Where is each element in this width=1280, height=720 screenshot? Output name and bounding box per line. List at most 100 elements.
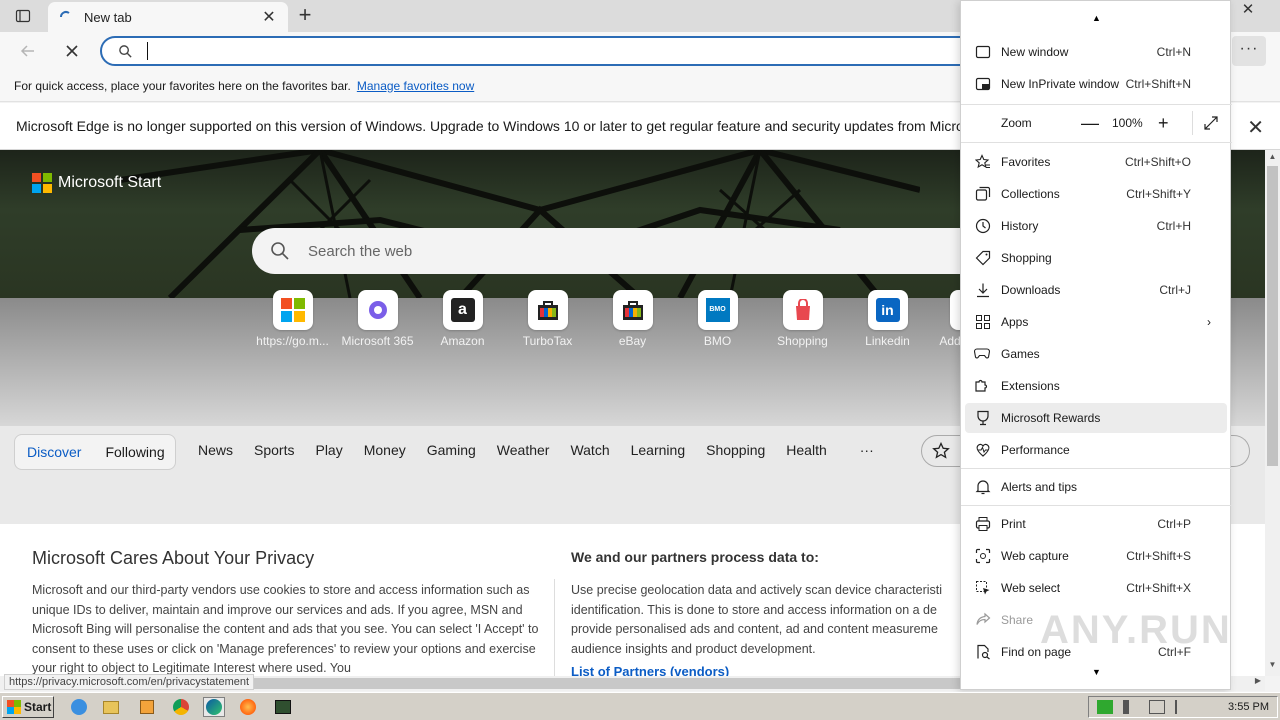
extensions-icon: [975, 379, 988, 392]
quick-link-tile[interactable]: BMO BMO: [675, 290, 760, 354]
menu-item-apps[interactable]: Apps ›: [965, 307, 1227, 337]
category-news[interactable]: News: [198, 442, 233, 458]
shopping-tag-icon: [975, 250, 991, 266]
shopping-icon: [782, 290, 823, 330]
explorer-quicklaunch[interactable]: [100, 697, 122, 717]
quick-link-tile[interactable]: eBay: [590, 290, 675, 354]
partners-link[interactable]: List of Partners (vendors): [571, 664, 729, 676]
infobar-message: Microsoft Edge is no longer supported on…: [16, 118, 1000, 134]
chrome-icon: [173, 699, 189, 715]
privacy-right-line: provide personalised ads and content, ad…: [571, 622, 938, 636]
menu-scroll-down-icon[interactable]: ▼: [961, 667, 1232, 677]
category-money[interactable]: Money: [364, 442, 406, 458]
find-icon: [977, 644, 990, 660]
address-input[interactable]: [147, 42, 847, 60]
window-close-button[interactable]: ✕: [1230, 0, 1266, 18]
menu-item-microsoft-rewards[interactable]: Microsoft Rewards: [965, 403, 1227, 433]
quick-link-tile[interactable]: a Amazon: [420, 290, 505, 354]
volume-icon[interactable]: [1123, 700, 1139, 714]
start-button[interactable]: Start: [2, 696, 54, 718]
menu-item-new-window[interactable]: New window Ctrl+N: [965, 37, 1227, 67]
menu-item-favorites[interactable]: Favorites Ctrl+Shift+O: [965, 147, 1227, 177]
firefox-quicklaunch[interactable]: [237, 697, 259, 717]
zoom-out-button[interactable]: —: [1081, 113, 1099, 134]
category-learning[interactable]: Learning: [631, 442, 686, 458]
star-icon: [932, 442, 950, 459]
category-watch[interactable]: Watch: [570, 442, 609, 458]
edge-taskbar-button[interactable]: [203, 697, 225, 717]
zoom-label: Zoom: [1001, 116, 1032, 130]
app-quicklaunch[interactable]: [272, 697, 294, 717]
quick-link-tile[interactable]: Microsoft 365: [335, 290, 420, 354]
menu-item-label: Downloads: [1001, 283, 1061, 297]
menu-item-performance[interactable]: Performance: [965, 435, 1227, 465]
privacy-right-line: audience insights and product developmen…: [571, 641, 816, 656]
scroll-up-arrow-icon[interactable]: ▲: [1265, 152, 1280, 166]
web-search-box[interactable]: Search the web: [252, 228, 992, 274]
menu-item-new-inprivate-window[interactable]: New InPrivate window Ctrl+Shift+N: [965, 69, 1227, 99]
folder-icon: [103, 700, 119, 714]
tab-actions-button[interactable]: [8, 5, 38, 27]
inprivate-icon: [975, 77, 991, 91]
menu-item-web-capture[interactable]: Web capture Ctrl+Shift+S: [965, 541, 1227, 571]
quick-link-tile[interactable]: https://go.m...: [250, 290, 335, 354]
settings-and-more-menu: ▲ New window Ctrl+N New InPrivate window…: [960, 0, 1232, 690]
scrollbar-thumb[interactable]: [1267, 166, 1278, 466]
firefox-icon: [240, 699, 256, 715]
menu-item-web-select[interactable]: Web select Ctrl+Shift+X: [965, 573, 1227, 603]
chrome-quicklaunch[interactable]: [170, 697, 192, 717]
category-list: News Sports Play Money Gaming Weather Wa…: [198, 442, 895, 458]
menu-item-shortcut: Ctrl+H: [1156, 219, 1191, 233]
menu-scroll-up-icon[interactable]: ▲: [961, 13, 1232, 23]
menu-item-shortcut: Ctrl+J: [1159, 283, 1191, 297]
menu-item-label: Games: [1001, 347, 1040, 361]
category-shopping[interactable]: Shopping: [706, 442, 765, 458]
settings-and-more-button[interactable]: ···: [1232, 36, 1266, 66]
menu-item-games[interactable]: Games: [965, 339, 1227, 369]
media-player-quicklaunch[interactable]: [136, 697, 158, 717]
media-player-icon: [140, 700, 154, 714]
scroll-down-arrow-icon[interactable]: ▼: [1265, 660, 1280, 674]
menu-item-label: Apps: [1001, 315, 1029, 329]
menu-item-history[interactable]: History Ctrl+H: [965, 211, 1227, 241]
microsoft-start-brand[interactable]: Microsoft Start: [32, 173, 161, 193]
tab-following[interactable]: Following: [93, 444, 176, 460]
category-play[interactable]: Play: [315, 442, 342, 458]
menu-item-extensions[interactable]: Extensions: [965, 371, 1227, 401]
display-icon[interactable]: [1149, 700, 1165, 714]
manage-favorites-link[interactable]: Manage favorites now: [357, 79, 474, 93]
stop-loading-button[interactable]: [58, 38, 86, 64]
more-categories-button[interactable]: ···: [860, 442, 874, 458]
category-sports[interactable]: Sports: [254, 442, 294, 458]
quick-link-tile[interactable]: Shopping: [760, 290, 845, 354]
menu-item-downloads[interactable]: Downloads Ctrl+J: [965, 275, 1227, 305]
quick-link-tile[interactable]: TurboTax: [505, 290, 590, 354]
new-tab-button[interactable]: +: [293, 4, 317, 28]
vertical-scrollbar[interactable]: ▲ ▼: [1265, 150, 1280, 676]
network-icon[interactable]: [1097, 700, 1113, 714]
infobar-close-icon[interactable]: ✕: [1247, 115, 1264, 140]
menu-item-collections[interactable]: Collections Ctrl+Shift+Y: [965, 179, 1227, 209]
clock: 3:55 PM: [1228, 701, 1269, 713]
menu-item-alerts-and-tips[interactable]: Alerts and tips: [965, 472, 1227, 502]
category-weather[interactable]: Weather: [497, 442, 550, 458]
tab-discover[interactable]: Discover: [15, 444, 93, 460]
tab-new-tab[interactable]: New tab ✕: [48, 2, 288, 32]
zoom-in-button[interactable]: +: [1158, 113, 1169, 134]
menu-item-print[interactable]: Print Ctrl+P: [965, 509, 1227, 539]
menu-item-label: New InPrivate window: [1001, 77, 1120, 91]
fullscreen-icon[interactable]: [1203, 115, 1219, 131]
address-bar[interactable]: [100, 36, 980, 66]
category-gaming[interactable]: Gaming: [427, 442, 476, 458]
tab-close-icon[interactable]: ✕: [260, 7, 278, 27]
quick-link-tile[interactable]: in Linkedin: [845, 290, 930, 354]
flag-icon[interactable]: [1175, 700, 1191, 714]
scroll-right-arrow-icon[interactable]: ▶: [1255, 676, 1261, 685]
back-button[interactable]: [14, 38, 42, 64]
ie-quicklaunch[interactable]: [68, 697, 90, 717]
personalize-button[interactable]: [921, 435, 963, 467]
category-health[interactable]: Health: [786, 442, 826, 458]
tab-actions-icon: [15, 9, 31, 23]
menu-item-shopping[interactable]: Shopping: [965, 243, 1227, 273]
search-icon: [271, 242, 289, 260]
